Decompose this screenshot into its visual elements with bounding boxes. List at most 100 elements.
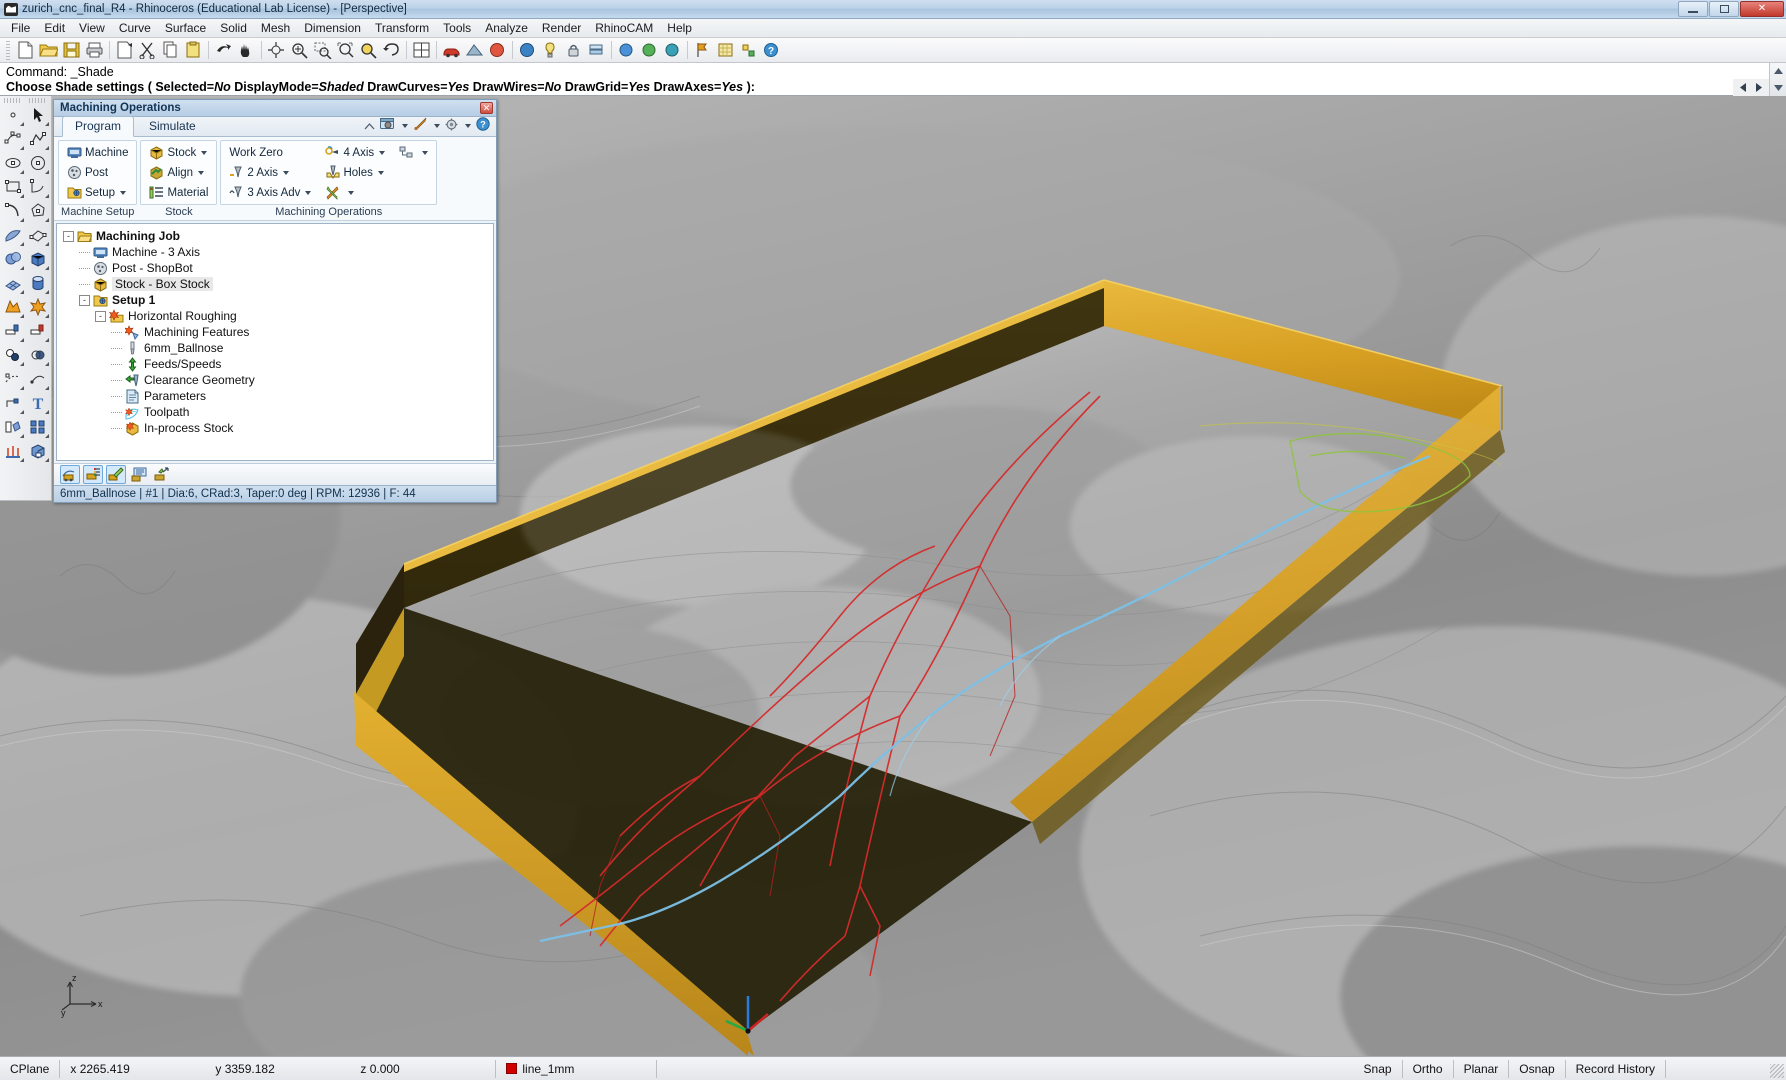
- cut-scissors-icon[interactable]: [136, 39, 159, 61]
- point-tool-icon[interactable]: [737, 39, 760, 61]
- tab-simulate[interactable]: Simulate: [136, 116, 209, 136]
- chevron-down-icon[interactable]: [379, 150, 386, 155]
- chevron-down-icon[interactable]: [422, 150, 429, 155]
- extrude-up-icon[interactable]: [1, 439, 25, 463]
- arc-icon[interactable]: [1, 199, 25, 223]
- ribbon-item-setup[interactable]: Setup: [63, 183, 132, 202]
- chevron-down-icon[interactable]: [120, 190, 127, 195]
- tree-node[interactable]: Post - ShopBot: [63, 260, 493, 276]
- pan-hand-icon[interactable]: [235, 39, 258, 61]
- chevron-down-icon[interactable]: [198, 170, 205, 175]
- polyline-corner-icon[interactable]: [1, 391, 25, 415]
- ribbon-item-align[interactable]: Align: [145, 163, 212, 182]
- tree-expand-toggle[interactable]: -: [79, 294, 90, 306]
- tree-node[interactable]: Parameters: [63, 388, 493, 404]
- menu-mesh[interactable]: Mesh: [254, 20, 297, 36]
- menu-help[interactable]: Help: [660, 20, 699, 36]
- shade-icon[interactable]: [463, 39, 486, 61]
- menu-render[interactable]: Render: [535, 20, 588, 36]
- tab-program[interactable]: Program: [62, 116, 135, 137]
- zoom-selected-icon[interactable]: [357, 39, 380, 61]
- box-icon[interactable]: [26, 247, 50, 271]
- render-car-icon[interactable]: [440, 39, 463, 61]
- panel-titlebar[interactable]: Machining Operations ✕: [54, 100, 496, 117]
- copy-to-clipboard-icon[interactable]: [113, 39, 136, 61]
- circle-fill-icon[interactable]: [1, 343, 25, 367]
- solid-box-icon[interactable]: [26, 439, 50, 463]
- ribbon-item-work-zero[interactable]: Work Zero: [225, 143, 315, 162]
- ribbon-item-post[interactable]: Post: [63, 163, 132, 182]
- rectangle-points-icon[interactable]: [516, 39, 539, 61]
- rectangle-icon[interactable]: [1, 175, 25, 199]
- circle-center-icon[interactable]: [26, 151, 50, 175]
- current-layer[interactable]: line_1mm: [496, 1057, 656, 1080]
- paste-icon[interactable]: [182, 39, 205, 61]
- ribbon-item-3-axis-adv[interactable]: 3 Axis Adv: [225, 183, 315, 202]
- polyline-icon[interactable]: [26, 127, 50, 151]
- simulate-toolpath-icon[interactable]: [83, 465, 103, 484]
- status-toggle-planar[interactable]: Planar: [1454, 1057, 1509, 1080]
- resize-grip[interactable]: [1770, 1064, 1784, 1078]
- curve-tangent-icon[interactable]: [26, 367, 50, 391]
- edit-toolpath-icon[interactable]: [106, 465, 126, 484]
- explode-star-icon[interactable]: [26, 295, 50, 319]
- help-question-icon[interactable]: ?: [476, 117, 490, 134]
- print-icon[interactable]: [83, 39, 106, 61]
- menu-view[interactable]: View: [72, 20, 112, 36]
- flag-icon[interactable]: [691, 39, 714, 61]
- zoom-window-icon[interactable]: [311, 39, 334, 61]
- tree-node[interactable]: Stock - Box Stock: [63, 276, 493, 292]
- menu-dimension[interactable]: Dimension: [297, 20, 368, 36]
- panel-close-button[interactable]: ✕: [480, 102, 493, 114]
- tree-node[interactable]: - Machining Job: [63, 228, 493, 244]
- tree-expand-toggle[interactable]: -: [95, 310, 106, 322]
- generate-toolpath-icon[interactable]: [60, 465, 80, 484]
- menu-rhinocam[interactable]: RhinoCAM: [588, 20, 660, 36]
- polygon-icon[interactable]: [26, 199, 50, 223]
- chevron-down-icon[interactable]: [201, 150, 208, 155]
- chevron-down-icon[interactable]: [283, 170, 290, 175]
- ribbon-item-material[interactable]: Material: [145, 183, 212, 202]
- tree-node[interactable]: Clearance Geometry: [63, 372, 493, 388]
- collapse-chevron-icon[interactable]: [364, 119, 375, 133]
- menu-edit[interactable]: Edit: [37, 20, 72, 36]
- list-toolpath-icon[interactable]: [129, 465, 149, 484]
- ribbon-item-stock[interactable]: Stock: [145, 143, 212, 162]
- zoom-extents-icon[interactable]: [334, 39, 357, 61]
- menu-analyze[interactable]: Analyze: [478, 20, 535, 36]
- box-unroll-icon[interactable]: [1, 415, 25, 439]
- sphere-green-icon[interactable]: [638, 39, 661, 61]
- tree-node[interactable]: Machine - 3 Axis: [63, 244, 493, 260]
- boolean-split-icon[interactable]: [1, 295, 25, 319]
- cmd-opt-label-3[interactable]: DrawWires=: [473, 80, 545, 94]
- ribbon-item-tools-cross-icon[interactable]: [321, 183, 389, 202]
- sphere-blue-icon[interactable]: [615, 39, 638, 61]
- menu-file[interactable]: File: [4, 20, 37, 36]
- light-bulb-icon[interactable]: [539, 39, 562, 61]
- toolbar-grip[interactable]: [6, 40, 10, 60]
- chevron-down-icon[interactable]: [305, 190, 312, 195]
- tree-node[interactable]: - Setup 1: [63, 292, 493, 308]
- tree-node[interactable]: Feeds/Speeds: [63, 356, 493, 372]
- point-icon[interactable]: [1, 103, 25, 127]
- status-toggle-osnap[interactable]: Osnap: [1509, 1057, 1564, 1080]
- grid-snap-icon[interactable]: [714, 39, 737, 61]
- open-folder-icon[interactable]: [37, 39, 60, 61]
- cmd-opt-label-4[interactable]: DrawGrid=: [565, 80, 629, 94]
- command-nav-arrows[interactable]: [1733, 79, 1769, 96]
- status-toggle-ortho[interactable]: Ortho: [1403, 1057, 1453, 1080]
- new-file-icon[interactable]: [14, 39, 37, 61]
- chevron-down-icon-3[interactable]: [465, 123, 471, 128]
- zoom-in-icon[interactable]: [288, 39, 311, 61]
- layer-icon[interactable]: [585, 39, 608, 61]
- curve-point-edit-icon[interactable]: [1, 367, 25, 391]
- mesh-plane-icon[interactable]: [1, 271, 25, 295]
- cmd-opt-label-1[interactable]: DisplayMode=: [234, 80, 318, 94]
- menu-curve[interactable]: Curve: [112, 20, 158, 36]
- tree-node[interactable]: In-process Stock: [63, 420, 493, 436]
- cmd-opt-label-2[interactable]: DrawCurves=: [367, 80, 447, 94]
- machining-job-tree[interactable]: - Machining Job Machine - 3 Axis Post - Sho…: [56, 223, 494, 461]
- sphere-boolean-icon[interactable]: [1, 247, 25, 271]
- surface-sweep-icon[interactable]: [1, 223, 25, 247]
- ribbon-item-2-axis[interactable]: 2 Axis: [225, 163, 315, 182]
